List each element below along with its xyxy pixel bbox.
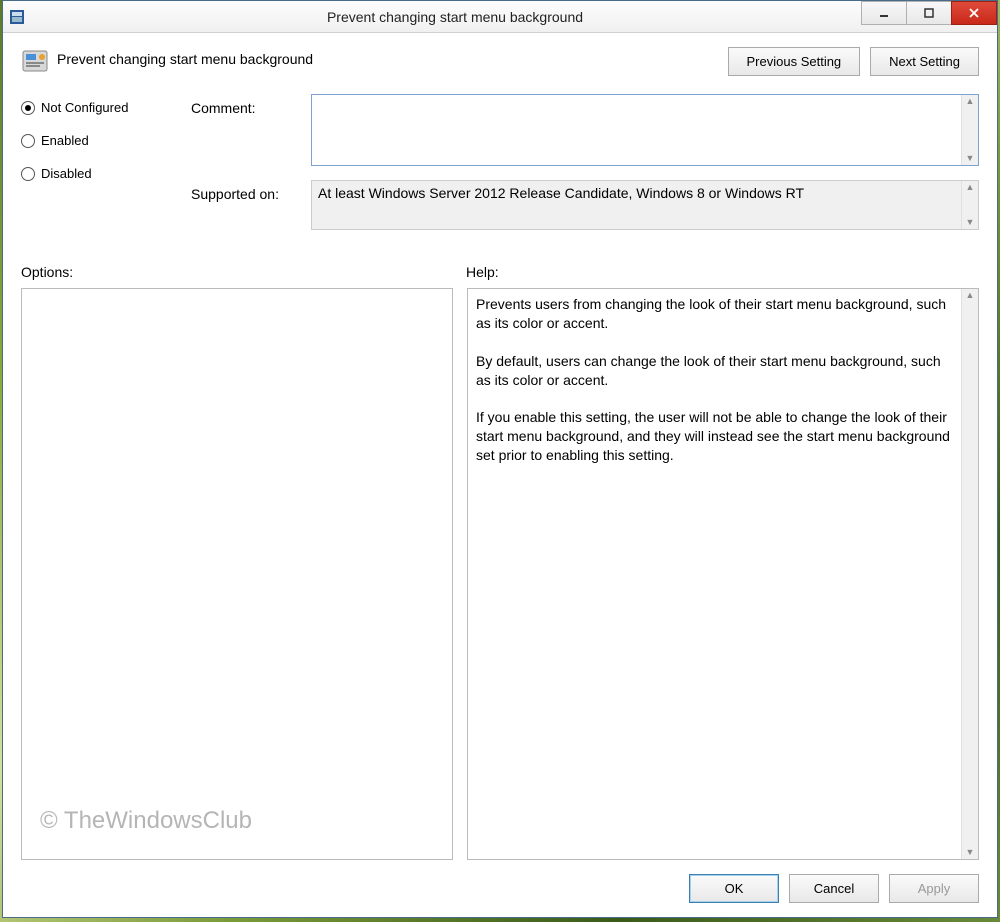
- scroll-down-icon: ▼: [966, 848, 975, 857]
- radio-not-configured[interactable]: Not Configured: [21, 100, 191, 115]
- window-title: Prevent changing start menu background: [33, 9, 997, 25]
- pane-labels: Options: Help:: [21, 264, 979, 280]
- nav-buttons: Previous Setting Next Setting: [728, 47, 980, 76]
- footer-buttons: OK Cancel Apply: [21, 860, 979, 903]
- supported-row: Supported on: At least Windows Server 20…: [191, 180, 979, 230]
- header-row: Prevent changing start menu background P…: [21, 47, 979, 76]
- fields: Comment: ▲ ▼ Supported on: At least Wind…: [191, 94, 979, 244]
- radio-icon: [21, 167, 35, 181]
- scroll-up-icon: ▲: [966, 183, 975, 192]
- scrollbar[interactable]: ▲ ▼: [961, 181, 978, 229]
- radio-disabled[interactable]: Disabled: [21, 166, 191, 181]
- watermark: © TheWindowsClub: [40, 807, 252, 835]
- minimize-button[interactable]: [861, 1, 907, 25]
- radio-icon: [21, 134, 35, 148]
- policy-title: Prevent changing start menu background: [57, 47, 728, 67]
- scroll-down-icon: ▼: [966, 154, 975, 163]
- help-text: Prevents users from changing the look of…: [468, 289, 961, 859]
- help-label: Help:: [466, 264, 499, 280]
- apply-button[interactable]: Apply: [889, 874, 979, 903]
- previous-setting-button[interactable]: Previous Setting: [728, 47, 861, 76]
- state-radio-group: Not Configured Enabled Disabled: [21, 94, 191, 199]
- supported-field-wrap: At least Windows Server 2012 Release Can…: [311, 180, 979, 230]
- policy-icon: [21, 47, 49, 75]
- minimize-icon: [879, 8, 889, 18]
- comment-field-wrap: ▲ ▼: [311, 94, 979, 166]
- close-button[interactable]: [951, 1, 997, 25]
- options-pane: © TheWindowsClub: [21, 288, 453, 860]
- scrollbar[interactable]: ▲ ▼: [961, 95, 978, 165]
- help-pane: Prevents users from changing the look of…: [467, 288, 979, 860]
- scrollbar[interactable]: ▲ ▼: [961, 289, 978, 859]
- window-controls: [862, 1, 997, 25]
- scroll-down-icon: ▼: [966, 218, 975, 227]
- radio-label: Not Configured: [41, 100, 128, 115]
- radio-label: Disabled: [41, 166, 92, 181]
- supported-value: At least Windows Server 2012 Release Can…: [312, 181, 961, 229]
- ok-button[interactable]: OK: [689, 874, 779, 903]
- app-icon: [9, 9, 25, 25]
- scroll-up-icon: ▲: [966, 97, 975, 106]
- next-setting-button[interactable]: Next Setting: [870, 47, 979, 76]
- comment-label: Comment:: [191, 94, 311, 116]
- comment-input[interactable]: [312, 95, 961, 165]
- client-area: Prevent changing start menu background P…: [3, 33, 997, 917]
- config-row: Not Configured Enabled Disabled Comment:: [21, 94, 979, 244]
- title-bar: Prevent changing start menu background: [3, 1, 997, 33]
- radio-enabled[interactable]: Enabled: [21, 133, 191, 148]
- maximize-button[interactable]: [906, 1, 952, 25]
- dialog-window: Prevent changing start menu background P…: [2, 0, 998, 918]
- comment-row: Comment: ▲ ▼: [191, 94, 979, 166]
- close-icon: [969, 8, 979, 18]
- supported-label: Supported on:: [191, 180, 311, 202]
- scroll-up-icon: ▲: [966, 291, 975, 300]
- panes: © TheWindowsClub Prevents users from cha…: [21, 288, 979, 860]
- options-label: Options:: [21, 264, 466, 280]
- radio-icon: [21, 101, 35, 115]
- cancel-button[interactable]: Cancel: [789, 874, 879, 903]
- maximize-icon: [924, 8, 934, 18]
- radio-label: Enabled: [41, 133, 89, 148]
